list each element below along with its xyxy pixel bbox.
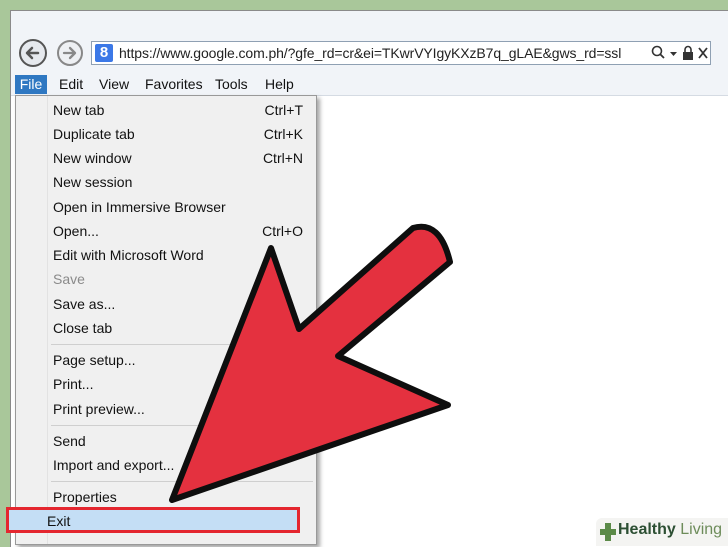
brand-cross-icon: [600, 523, 616, 541]
brand-name: Healthy Living: [618, 521, 723, 538]
pointer-arrow-icon: [169, 223, 453, 503]
brand-watermark: Healthy Living: [596, 518, 728, 546]
